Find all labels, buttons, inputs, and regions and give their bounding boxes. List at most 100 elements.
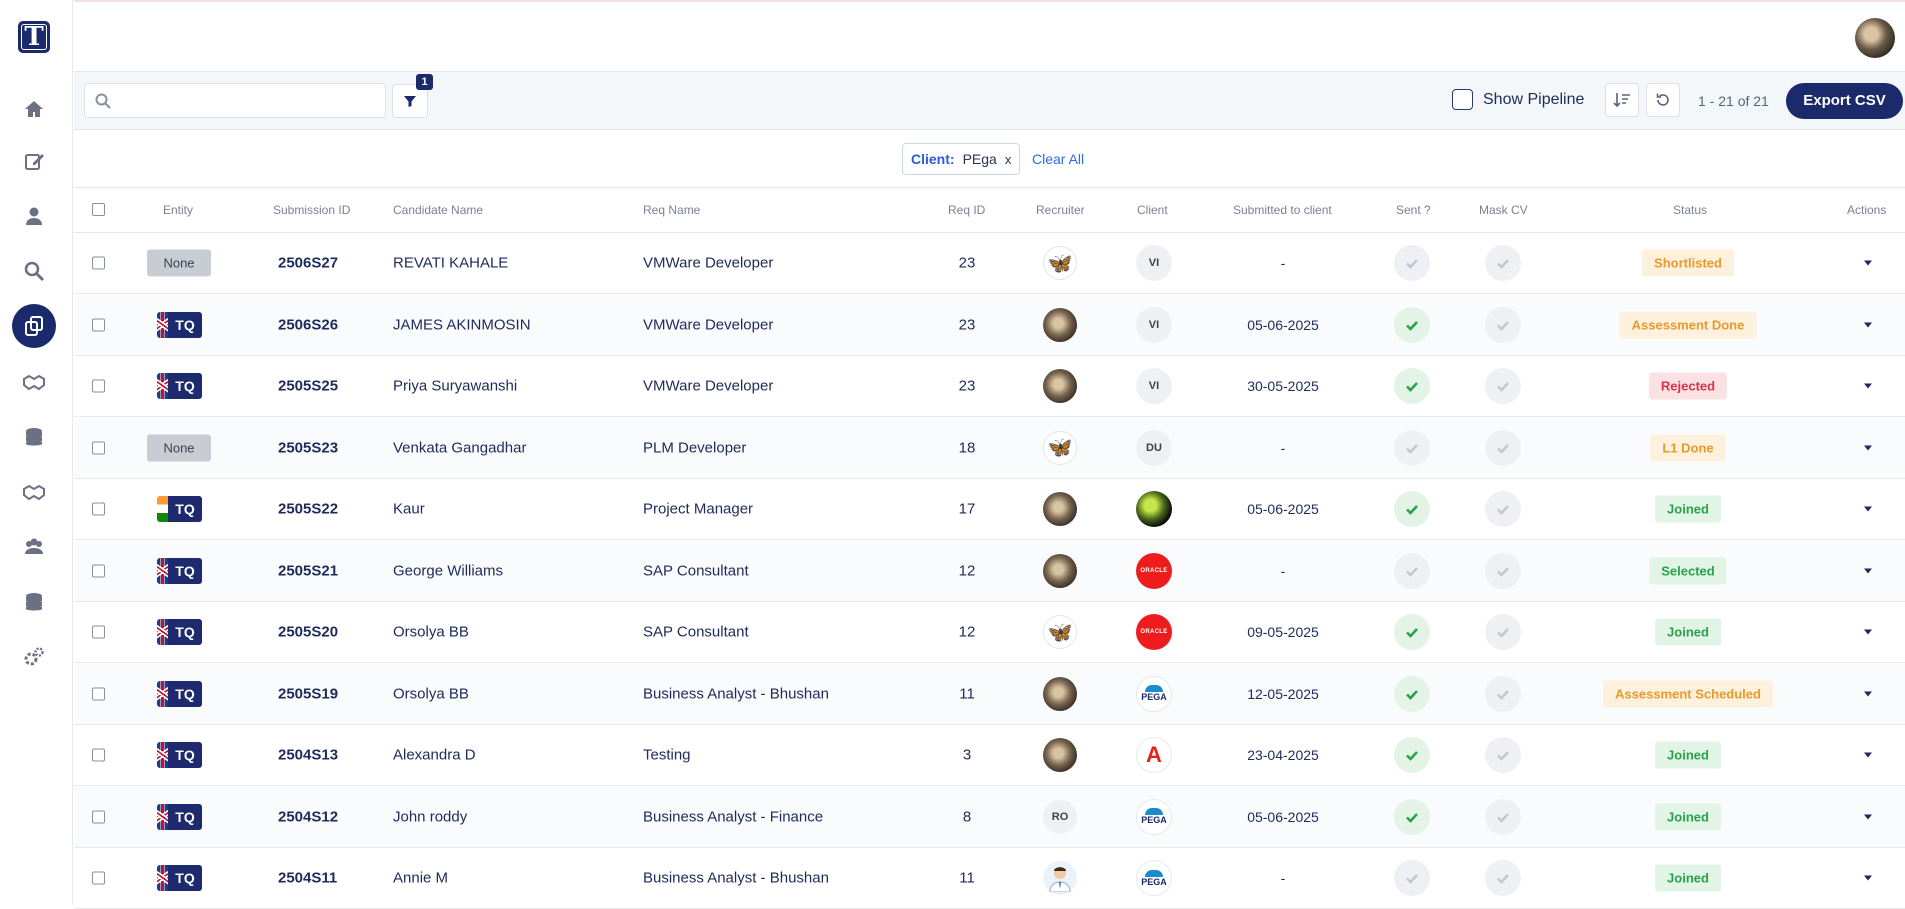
- row-checkbox[interactable]: [92, 625, 105, 639]
- clear-all-link[interactable]: Clear All: [1032, 151, 1084, 167]
- req-name[interactable]: Business Analyst - Bhushan: [643, 870, 829, 887]
- show-pipeline-checkbox[interactable]: [1452, 89, 1473, 110]
- nav-home[interactable]: [12, 87, 56, 131]
- user-avatar[interactable]: [1855, 18, 1895, 58]
- submission-id[interactable]: 2505S22: [278, 501, 338, 518]
- actions-dropdown-icon[interactable]: [1864, 506, 1872, 512]
- header-status[interactable]: Status: [1673, 203, 1707, 217]
- submission-id[interactable]: 2504S12: [278, 808, 338, 825]
- sent-check-icon[interactable]: [1394, 798, 1430, 835]
- mask-cv-check-icon[interactable]: [1485, 491, 1521, 527]
- row-checkbox[interactable]: [92, 564, 105, 577]
- req-name[interactable]: PLM Developer: [643, 439, 746, 456]
- header-entity[interactable]: Entity: [163, 203, 193, 217]
- mask-cv-check-icon[interactable]: [1485, 306, 1521, 343]
- header-candidate-name[interactable]: Candidate Name: [393, 203, 483, 217]
- recruiter-avatar[interactable]: 🦋: [1043, 246, 1077, 280]
- recruiter-avatar[interactable]: [1043, 553, 1077, 588]
- recruiter-avatar[interactable]: [1043, 738, 1077, 772]
- filter-chip-remove[interactable]: x: [1005, 152, 1012, 167]
- actions-dropdown-icon[interactable]: [1864, 322, 1872, 327]
- actions-dropdown-icon[interactable]: [1864, 383, 1872, 389]
- recruiter-avatar[interactable]: [1043, 861, 1077, 895]
- candidate-name[interactable]: Priya Suryawanshi: [393, 378, 517, 395]
- row-checkbox[interactable]: [92, 256, 105, 270]
- sort-button[interactable]: [1605, 83, 1639, 117]
- header-mask-cv[interactable]: Mask CV: [1479, 203, 1528, 217]
- nav-submissions[interactable]: [12, 304, 56, 348]
- mask-cv-check-icon[interactable]: [1485, 429, 1521, 466]
- mask-cv-check-icon[interactable]: [1485, 860, 1521, 896]
- candidate-name[interactable]: Annie M: [393, 870, 448, 887]
- submission-id[interactable]: 2506S27: [278, 255, 338, 272]
- nav-handshake[interactable]: [12, 360, 56, 404]
- reset-button[interactable]: [1646, 83, 1680, 117]
- submission-id[interactable]: 2505S21: [278, 562, 338, 579]
- header-submission-id[interactable]: Submission ID: [273, 203, 350, 217]
- req-name[interactable]: SAP Consultant: [643, 562, 749, 579]
- table-row[interactable]: TQ 2504S11 Annie M Business Analyst - Bhush…: [74, 848, 1905, 909]
- table-row[interactable]: TQ 2506S26 JAMES AKINMOSIN VMWare Developer…: [74, 294, 1905, 356]
- row-checkbox[interactable]: [92, 502, 105, 516]
- candidate-name[interactable]: John roddy: [393, 808, 467, 825]
- table-row[interactable]: TQ 2505S25 Priya Suryawanshi VMWare Develop…: [74, 356, 1905, 417]
- search-input[interactable]: [119, 90, 379, 112]
- row-checkbox[interactable]: [92, 318, 105, 331]
- mask-cv-check-icon[interactable]: [1485, 614, 1521, 650]
- row-checkbox[interactable]: [92, 810, 105, 823]
- sent-check-icon[interactable]: [1394, 737, 1430, 773]
- table-row[interactable]: TQ 2505S21 George Williams SAP Consultant 12…: [74, 540, 1905, 602]
- recruiter-avatar[interactable]: RO: [1043, 799, 1077, 834]
- header-req-name[interactable]: Req Name: [643, 203, 700, 217]
- candidate-name[interactable]: Venkata Gangadhar: [393, 439, 526, 456]
- table-row[interactable]: TQ 2505S22 Kaur Project Manager 17 05-06-2025…: [74, 479, 1905, 540]
- recruiter-avatar[interactable]: [1043, 492, 1077, 526]
- header-submitted[interactable]: Submitted to client: [1233, 203, 1332, 217]
- req-name[interactable]: VMWare Developer: [643, 255, 773, 272]
- table-row[interactable]: TQ 2504S12 John roddy Business Analyst - Fi…: [74, 786, 1905, 848]
- row-checkbox[interactable]: [92, 748, 105, 762]
- candidate-name[interactable]: JAMES AKINMOSIN: [393, 316, 531, 333]
- req-name[interactable]: VMWare Developer: [643, 316, 773, 333]
- nav-settings[interactable]: [12, 635, 56, 679]
- select-all-checkbox[interactable]: [92, 203, 105, 216]
- header-sent[interactable]: Sent ?: [1396, 203, 1431, 217]
- actions-dropdown-icon[interactable]: [1864, 445, 1872, 450]
- table-row[interactable]: TQ 2505S19 Orsolya BB Business Analyst - Bh…: [74, 663, 1905, 725]
- row-checkbox[interactable]: [92, 687, 105, 700]
- sent-check-icon[interactable]: [1394, 429, 1430, 466]
- table-row[interactable]: None 2505S23 Venkata Gangadhar PLM Develope…: [74, 417, 1905, 479]
- nav-database-alt[interactable]: [12, 580, 56, 624]
- recruiter-avatar[interactable]: [1043, 676, 1077, 711]
- row-checkbox[interactable]: [92, 871, 105, 885]
- nav-database[interactable]: [12, 415, 56, 459]
- nav-handshake-alt[interactable]: [12, 470, 56, 514]
- row-checkbox[interactable]: [92, 441, 105, 454]
- mask-cv-check-icon[interactable]: [1485, 368, 1521, 404]
- sent-check-icon[interactable]: [1394, 368, 1430, 404]
- actions-dropdown-icon[interactable]: [1864, 691, 1872, 696]
- recruiter-avatar[interactable]: [1043, 369, 1077, 403]
- sent-check-icon[interactable]: [1394, 552, 1430, 589]
- req-name[interactable]: SAP Consultant: [643, 624, 749, 641]
- actions-dropdown-icon[interactable]: [1864, 260, 1872, 266]
- sent-check-icon[interactable]: [1394, 491, 1430, 527]
- show-pipeline-toggle[interactable]: Show Pipeline: [1452, 89, 1584, 110]
- req-name[interactable]: VMWare Developer: [643, 378, 773, 395]
- mask-cv-check-icon[interactable]: [1485, 798, 1521, 835]
- submission-id[interactable]: 2505S23: [278, 439, 338, 456]
- actions-dropdown-icon[interactable]: [1864, 814, 1872, 819]
- candidate-name[interactable]: Alexandra D: [393, 747, 476, 764]
- submission-id[interactable]: 2506S26: [278, 316, 338, 333]
- candidate-name[interactable]: REVATI KAHALE: [393, 255, 508, 272]
- candidate-name[interactable]: Orsolya BB: [393, 685, 469, 702]
- actions-dropdown-icon[interactable]: [1864, 568, 1872, 573]
- header-recruiter[interactable]: Recruiter: [1036, 203, 1085, 217]
- sent-check-icon[interactable]: [1394, 675, 1430, 712]
- actions-dropdown-icon[interactable]: [1864, 629, 1872, 635]
- app-logo[interactable]: T: [18, 21, 50, 53]
- mask-cv-check-icon[interactable]: [1485, 737, 1521, 773]
- candidate-name[interactable]: Kaur: [393, 501, 425, 518]
- sent-check-icon[interactable]: [1394, 860, 1430, 896]
- sent-check-icon[interactable]: [1394, 306, 1430, 343]
